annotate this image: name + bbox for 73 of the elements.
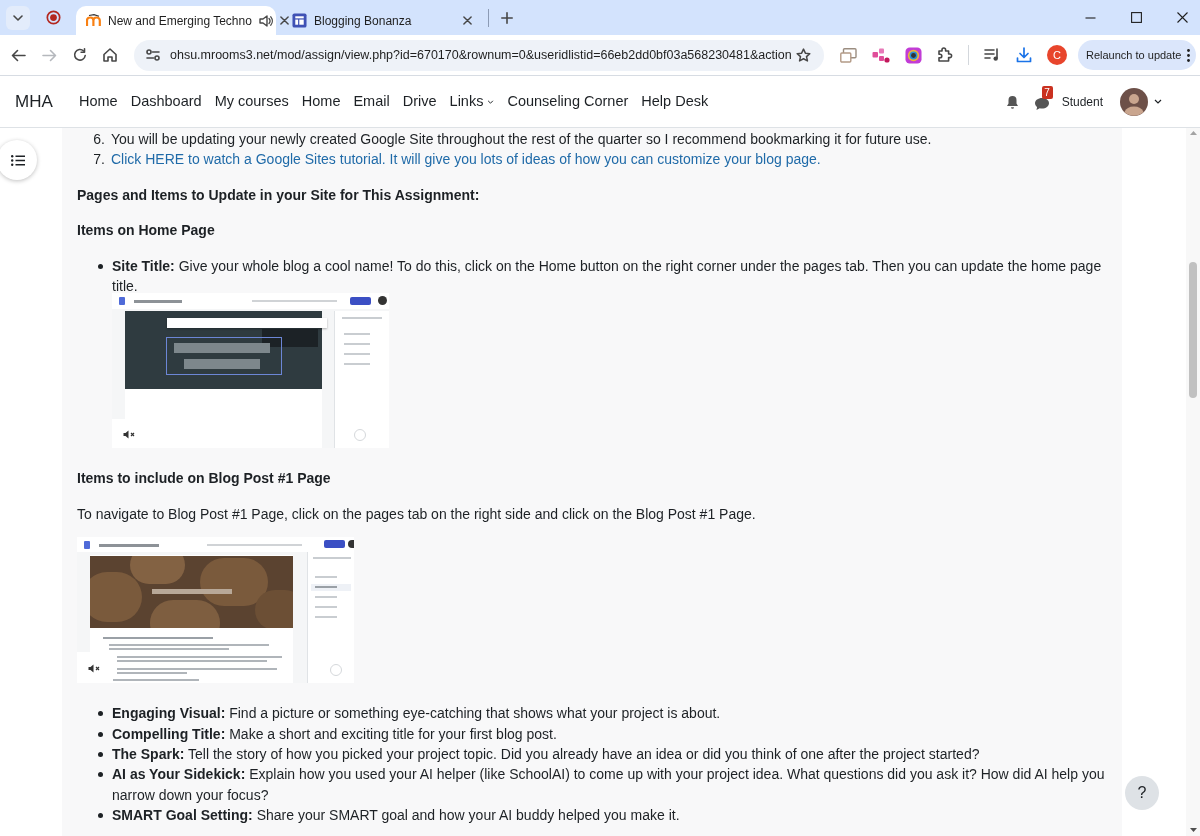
scroll-down-icon[interactable] xyxy=(1189,828,1197,832)
nav-link[interactable]: Email xyxy=(353,90,390,113)
chevron-down-icon[interactable] xyxy=(1154,99,1162,104)
section-heading: Items on Home Page xyxy=(77,221,216,241)
playlist-icon[interactable] xyxy=(984,48,1001,62)
favicon-icon xyxy=(86,14,101,27)
picture-in-picture-icon[interactable] xyxy=(840,47,857,63)
nav-link[interactable]: Drive xyxy=(402,90,437,113)
download-icon[interactable] xyxy=(1016,47,1032,63)
connected-squares-icon[interactable] xyxy=(872,47,890,63)
tab-title: New and Emerging Techno xyxy=(108,12,252,30)
nav-link[interactable]: My courses xyxy=(214,90,289,113)
list-item-text: Site Title: Give your whole blog a cool name! To do this, click on the Home button on the right corner under the pages tab. Then you can update the home page title. xyxy=(112,256,1103,297)
chat-bubble-icon[interactable] xyxy=(1033,96,1050,111)
star-icon[interactable] xyxy=(796,47,811,63)
muted-speaker-icon[interactable] xyxy=(88,664,100,674)
profile-avatar[interactable]: C xyxy=(1047,45,1067,65)
chevron-down-icon xyxy=(13,14,23,21)
section-heading: Pages and Items to Update in your Site for This Assignment: xyxy=(77,185,481,205)
user-avatar-icon[interactable] xyxy=(1120,87,1148,116)
record-icon xyxy=(46,10,61,25)
reload-icon[interactable] xyxy=(73,48,87,62)
user-name: Student xyxy=(1061,93,1103,111)
plus-icon[interactable] xyxy=(501,11,513,24)
nav-link[interactable]: Dashboard xyxy=(130,90,202,113)
home-icon[interactable] xyxy=(103,48,117,62)
color-ring-icon[interactable] xyxy=(905,46,922,64)
bullet-icon xyxy=(98,813,103,819)
list-item-text: The Spark: Tell the story of how you picked your project topic. Did you already have an idea or did you think of one after the project started? xyxy=(112,745,980,765)
tab-search-button[interactable] xyxy=(6,5,30,30)
bullet-icon xyxy=(98,711,103,717)
list-item-text: Engaging Visual: Find a picture or something eye-catching that shows what your project is about. xyxy=(112,704,721,724)
layout-icon xyxy=(292,13,307,28)
list-icon xyxy=(11,154,25,166)
maximize-icon[interactable] xyxy=(1131,12,1142,23)
list-item-text: You will be updating your newly created Google Site throughout the rest of the quarter so I recommend bookmarking it for future use. xyxy=(111,130,932,149)
address-bar[interactable]: ohsu.mrooms3.net/mod/assign/view.php?id=670170&rownum=0&useridlistid=66eb2dd0bf03a568230481&action xyxy=(134,39,824,71)
nav-link[interactable]: Counseling Corner xyxy=(507,90,629,113)
section-heading: Items to include on Blog Post #1 Page xyxy=(77,469,332,489)
list-item-text: SMART Goal Setting: Share your SMART goal and how your AI buddy helped you make it. xyxy=(112,806,680,826)
puzzle-piece-icon[interactable] xyxy=(937,47,953,63)
minimize-icon[interactable] xyxy=(1085,16,1096,19)
bullet-icon xyxy=(98,772,103,778)
scrollbar-thumb[interactable] xyxy=(1189,262,1197,398)
list-item-text: AI as Your Sidekick: Explain how you used your AI helper (like SchoolAI) to come up with your project idea. What questions did you ask it? How did AI help you narrow down your focus? xyxy=(112,765,1106,805)
url-text: ohsu.mrooms3.net/mod/assign/view.php?id=670170&rownum=0&useridlistid=66eb2dd0bf03a568230481&action xyxy=(170,46,792,64)
bell-icon[interactable] xyxy=(1005,94,1019,109)
tab-title: Blogging Bonanza xyxy=(314,12,413,30)
nav-link[interactable]: Home xyxy=(79,90,118,113)
help-button[interactable]: ? xyxy=(1125,776,1159,810)
list-number: 6. xyxy=(92,130,106,149)
bullet-icon xyxy=(98,752,103,758)
nav-link[interactable]: Home xyxy=(301,90,341,113)
tutorial-link[interactable]: Click HERE to watch a Google Sites tutorial. It will give you lots of ideas of how you can customize your blog page. xyxy=(111,149,821,170)
list-number: 7. xyxy=(92,150,106,170)
bullet-icon xyxy=(98,731,103,737)
more-vertical-icon[interactable] xyxy=(1187,48,1191,62)
close-icon[interactable] xyxy=(463,16,472,25)
drawer-toggle-button[interactable] xyxy=(0,140,37,180)
close-icon[interactable] xyxy=(1177,12,1188,23)
relaunch-button[interactable]: Relaunch to update xyxy=(1078,40,1197,70)
browser-tab[interactable]: Blogging Bonanza xyxy=(282,6,482,35)
muted-speaker-icon[interactable] xyxy=(123,430,135,440)
back-arrow-icon[interactable] xyxy=(11,48,26,62)
site-settings-icon[interactable] xyxy=(146,49,160,61)
site-brand[interactable]: MHA xyxy=(15,88,79,115)
close-icon[interactable] xyxy=(279,16,289,25)
paragraph-text: To navigate to Blog Post #1 Page, click on the pages tab on the right side and click on the Blog Post #1 Page. xyxy=(77,504,757,524)
notification-badge: 7 xyxy=(1041,85,1053,99)
nav-link[interactable]: Help Desk xyxy=(641,90,709,113)
bullet-icon xyxy=(98,263,103,269)
list-item-text: Compelling Title: Make a short and exciting title for your first blog post. xyxy=(112,724,557,744)
nav-link[interactable]: Links xyxy=(449,90,495,113)
